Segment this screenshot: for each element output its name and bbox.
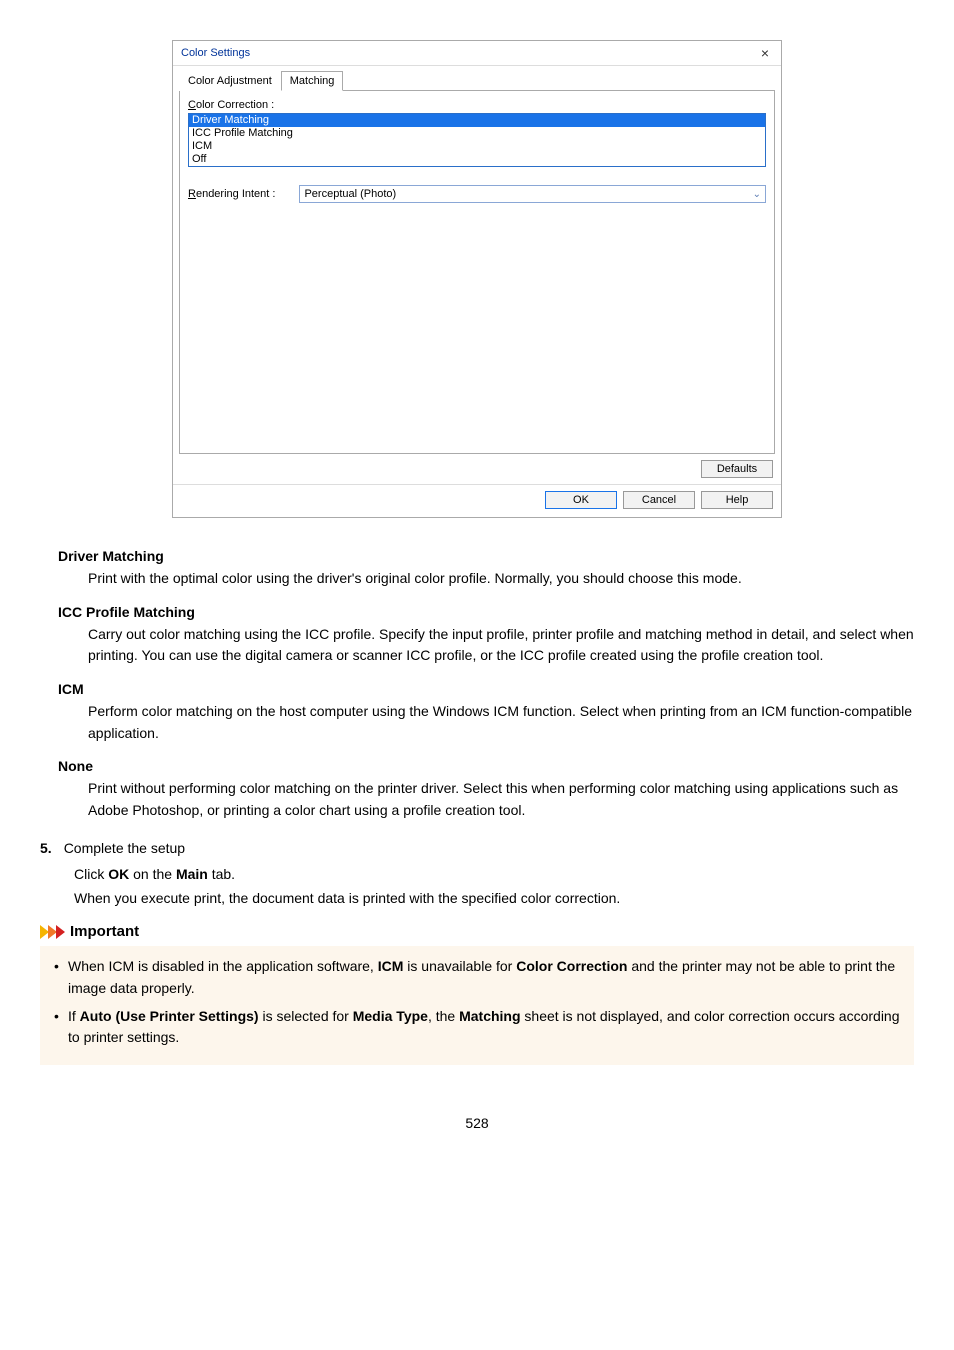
help-button[interactable]: Help: [701, 491, 773, 509]
section-body: Print with the optimal color using the d…: [88, 568, 914, 590]
section-title: Driver Matching: [58, 548, 914, 564]
important-title: Important: [70, 923, 139, 940]
defaults-button[interactable]: Defaults: [701, 460, 773, 478]
list-item[interactable]: Driver Matching: [189, 114, 765, 127]
section-title: ICM: [58, 681, 914, 697]
important-item: If Auto (Use Printer Settings) is select…: [54, 1006, 900, 1049]
tab-color-adjustment[interactable]: Color Adjustment: [179, 71, 281, 91]
tab-matching[interactable]: Matching: [281, 71, 344, 91]
list-item[interactable]: Off: [189, 153, 765, 166]
section-title: ICC Profile Matching: [58, 604, 914, 620]
step-title: Complete the setup: [64, 840, 185, 856]
section-title: None: [58, 758, 914, 774]
color-correction-list[interactable]: Driver Matching ICC Profile Matching ICM…: [188, 113, 766, 167]
important-header: Important: [40, 923, 914, 940]
close-icon[interactable]: ×: [755, 45, 775, 61]
section-body: Perform color matching on the host compu…: [88, 701, 914, 744]
rendering-intent-value: Perceptual (Photo): [304, 188, 396, 200]
step-body: Click OK on the Main tab. When you execu…: [74, 864, 914, 909]
list-item[interactable]: ICC Profile Matching: [189, 127, 765, 140]
important-item: When ICM is disabled in the application …: [54, 956, 900, 999]
section-body: Carry out color matching using the ICC p…: [88, 624, 914, 667]
cancel-button[interactable]: Cancel: [623, 491, 695, 509]
rendering-intent-label: Rendering Intent :: [188, 188, 275, 200]
chevron-down-icon: ⌄: [753, 189, 761, 200]
section-body: Print without performing color matching …: [88, 778, 914, 821]
ok-button[interactable]: OK: [545, 491, 617, 509]
arrows-icon: [40, 925, 64, 939]
page-number: 528: [40, 1115, 914, 1131]
color-correction-label: Color Correction :: [188, 99, 766, 111]
tabs: Color Adjustment Matching: [179, 70, 775, 91]
color-settings-dialog: Color Settings × Color Adjustment Matchi…: [172, 40, 782, 518]
dialog-title: Color Settings: [181, 47, 250, 59]
step-number: 5.: [40, 840, 52, 856]
matching-panel: Color Correction : Driver Matching ICC P…: [179, 91, 775, 454]
titlebar: Color Settings ×: [173, 41, 781, 66]
important-box: When ICM is disabled in the application …: [40, 946, 914, 1065]
rendering-intent-select[interactable]: Perceptual (Photo) ⌄: [299, 185, 766, 203]
list-item[interactable]: ICM: [189, 140, 765, 153]
